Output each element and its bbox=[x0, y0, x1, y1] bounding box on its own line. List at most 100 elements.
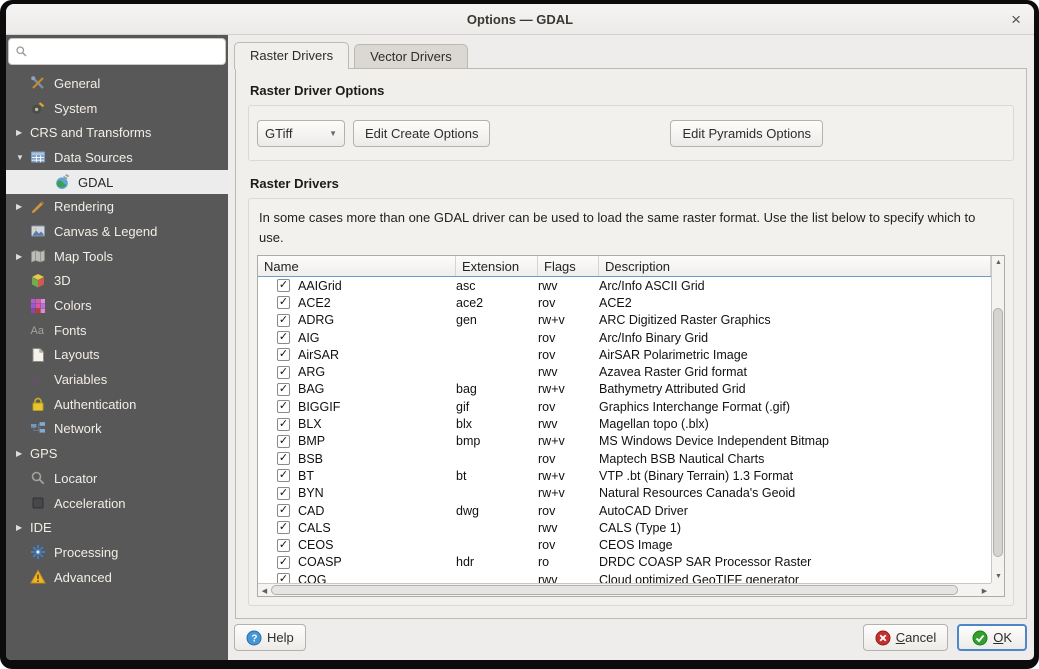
vertical-scrollbar-thumb[interactable] bbox=[993, 308, 1003, 557]
table-row[interactable]: ✓BAGbagrw+vBathymetry Attributed Grid bbox=[258, 381, 991, 398]
sidebar-search[interactable] bbox=[8, 38, 226, 65]
sidebar-item-fonts[interactable]: AaFonts bbox=[6, 318, 228, 343]
driver-checkbox[interactable]: ✓ bbox=[277, 469, 290, 482]
chevron-down-icon[interactable]: ▼ bbox=[16, 153, 30, 162]
table-row[interactable]: ✓ADRGgenrw+vARC Digitized Raster Graphic… bbox=[258, 312, 991, 329]
sidebar-item-advanced[interactable]: Advanced bbox=[6, 565, 228, 590]
table-row[interactable]: ✓BIGGIFgifrovGraphics Interchange Format… bbox=[258, 398, 991, 415]
table-row[interactable]: ✓CEOSrovCEOS Image bbox=[258, 536, 991, 553]
driver-description: ACE2 bbox=[599, 296, 991, 310]
table-row[interactable]: ✓CALSrwvCALS (Type 1) bbox=[258, 519, 991, 536]
column-header-description[interactable]: Description bbox=[599, 256, 991, 276]
sidebar-item-crs-and-transforms[interactable]: ▶CRS and Transforms bbox=[6, 120, 228, 145]
driver-checkbox[interactable]: ✓ bbox=[277, 521, 290, 534]
driver-checkbox[interactable]: ✓ bbox=[277, 366, 290, 379]
table-row[interactable]: ✓BSBrovMaptech BSB Nautical Charts bbox=[258, 450, 991, 467]
sidebar-item-gdal[interactable]: GDAL bbox=[6, 170, 228, 195]
driver-flags: rov bbox=[538, 331, 599, 345]
sidebar-item-processing[interactable]: Processing bbox=[6, 540, 228, 565]
driver-checkbox[interactable]: ✓ bbox=[277, 504, 290, 517]
driver-checkbox[interactable]: ✓ bbox=[277, 314, 290, 327]
sidebar-item-rendering[interactable]: ▶Rendering bbox=[6, 194, 228, 219]
sidebar-item-locator[interactable]: Locator bbox=[6, 466, 228, 491]
column-header-name[interactable]: Name bbox=[258, 256, 456, 276]
driver-checkbox[interactable]: ✓ bbox=[277, 452, 290, 465]
sidebar-item-data-sources[interactable]: ▼Data Sources bbox=[6, 145, 228, 170]
scroll-right-icon[interactable]: ▶ bbox=[978, 584, 991, 597]
edit-pyramids-options-button[interactable]: Edit Pyramids Options bbox=[670, 120, 823, 147]
driver-checkbox[interactable]: ✓ bbox=[277, 279, 290, 292]
horizontal-scrollbar-thumb[interactable] bbox=[271, 585, 958, 595]
sidebar-item-canvas-legend[interactable]: Canvas & Legend bbox=[6, 219, 228, 244]
tab-raster-drivers[interactable]: Raster Drivers bbox=[234, 42, 349, 69]
ok-button[interactable]: OK bbox=[957, 624, 1027, 651]
sidebar-item-gps[interactable]: ▶GPS bbox=[6, 441, 228, 466]
driver-select[interactable]: GTiff ▼ bbox=[257, 120, 345, 147]
sidebar-item-map-tools[interactable]: ▶Map Tools bbox=[6, 244, 228, 269]
cancel-icon bbox=[875, 630, 891, 646]
scroll-down-icon[interactable]: ▼ bbox=[992, 570, 1005, 583]
driver-checkbox[interactable]: ✓ bbox=[277, 487, 290, 500]
table-row[interactable]: ✓ARGrwvAzavea Raster Grid format bbox=[258, 363, 991, 380]
column-header-flags[interactable]: Flags bbox=[538, 256, 599, 276]
sidebar-item-variables[interactable]: εVariables bbox=[6, 367, 228, 392]
driver-description: CEOS Image bbox=[599, 538, 991, 552]
chevron-right-icon[interactable]: ▶ bbox=[16, 202, 30, 211]
help-button[interactable]: ? Help bbox=[234, 624, 306, 651]
sidebar-item-authentication[interactable]: Authentication bbox=[6, 392, 228, 417]
horizontal-scrollbar[interactable]: ◀ ▶ bbox=[258, 583, 991, 596]
table-row[interactable]: ✓BMPbmprw+vMS Windows Device Independent… bbox=[258, 433, 991, 450]
driver-name: COASP bbox=[298, 555, 342, 569]
tab-vector-drivers[interactable]: Vector Drivers bbox=[354, 44, 468, 69]
scroll-up-icon[interactable]: ▲ bbox=[992, 256, 1005, 269]
driver-checkbox[interactable]: ✓ bbox=[277, 435, 290, 448]
sidebar-item-ide[interactable]: ▶IDE bbox=[6, 515, 228, 540]
sidebar-item-label: General bbox=[54, 76, 100, 91]
table-row[interactable]: ✓BTbtrw+vVTP .bt (Binary Terrain) 1.3 Fo… bbox=[258, 467, 991, 484]
sidebar-item-general[interactable]: General bbox=[6, 71, 228, 96]
scroll-left-icon[interactable]: ◀ bbox=[258, 584, 271, 597]
driver-checkbox[interactable]: ✓ bbox=[277, 383, 290, 396]
column-header-extension[interactable]: Extension bbox=[456, 256, 538, 276]
chevron-right-icon[interactable]: ▶ bbox=[16, 252, 30, 261]
table-row[interactable]: ✓BYNrw+vNatural Resources Canada's Geoid bbox=[258, 485, 991, 502]
driver-checkbox[interactable]: ✓ bbox=[277, 400, 290, 413]
sidebar-item-system[interactable]: System bbox=[6, 96, 228, 121]
table-row[interactable]: ✓AIGrovArc/Info Binary Grid bbox=[258, 329, 991, 346]
chevron-right-icon[interactable]: ▶ bbox=[16, 523, 30, 532]
driver-checkbox[interactable]: ✓ bbox=[277, 418, 290, 431]
driver-checkbox[interactable]: ✓ bbox=[277, 348, 290, 361]
table-row[interactable]: ✓AirSARrovAirSAR Polarimetric Image bbox=[258, 346, 991, 363]
chevron-right-icon[interactable]: ▶ bbox=[16, 449, 30, 458]
chevron-right-icon[interactable]: ▶ bbox=[16, 128, 30, 137]
table-row[interactable]: ✓BLXblxrwvMagellan topo (.blx) bbox=[258, 415, 991, 432]
driver-description: Azavea Raster Grid format bbox=[599, 365, 991, 379]
table-row[interactable]: ✓COASPhdrroDRDC COASP SAR Processor Rast… bbox=[258, 554, 991, 571]
chevron-down-icon: ▼ bbox=[329, 129, 337, 138]
table-row[interactable]: ✓ACE2ace2rovACE2 bbox=[258, 294, 991, 311]
driver-checkbox[interactable]: ✓ bbox=[277, 573, 290, 583]
table-row[interactable]: ✓AAIGridascrwvArc/Info ASCII Grid bbox=[258, 277, 991, 294]
driver-name: ACE2 bbox=[298, 296, 331, 310]
table-row[interactable]: ✓CADdwgrovAutoCAD Driver bbox=[258, 502, 991, 519]
driver-checkbox[interactable]: ✓ bbox=[277, 556, 290, 569]
cancel-button[interactable]: Cancel bbox=[863, 624, 948, 651]
vertical-scrollbar[interactable]: ▲ ▼ bbox=[991, 256, 1004, 583]
titlebar[interactable]: Options — GDAL × bbox=[6, 4, 1034, 35]
driver-checkbox[interactable]: ✓ bbox=[277, 539, 290, 552]
driver-checkbox[interactable]: ✓ bbox=[277, 331, 290, 344]
sidebar-item-acceleration[interactable]: Acceleration bbox=[6, 491, 228, 516]
table-row[interactable]: ✓COGrwvCloud optimized GeoTIFF generator bbox=[258, 571, 991, 583]
driver-extension: gif bbox=[456, 400, 538, 414]
sidebar-item-network[interactable]: Network bbox=[6, 417, 228, 442]
sidebar-item-label: Canvas & Legend bbox=[54, 224, 157, 239]
close-icon[interactable]: × bbox=[1011, 4, 1021, 35]
sidebar-item-3d[interactable]: 3D bbox=[6, 269, 228, 294]
edit-create-options-button[interactable]: Edit Create Options bbox=[353, 120, 490, 147]
sidebar-item-layouts[interactable]: Layouts bbox=[6, 343, 228, 368]
driver-checkbox[interactable]: ✓ bbox=[277, 296, 290, 309]
search-input[interactable] bbox=[33, 44, 219, 59]
sidebar-item-colors[interactable]: Colors bbox=[6, 293, 228, 318]
driver-extension: asc bbox=[456, 279, 538, 293]
sidebar: General System▶CRS and Transforms▼Data So… bbox=[6, 35, 228, 660]
